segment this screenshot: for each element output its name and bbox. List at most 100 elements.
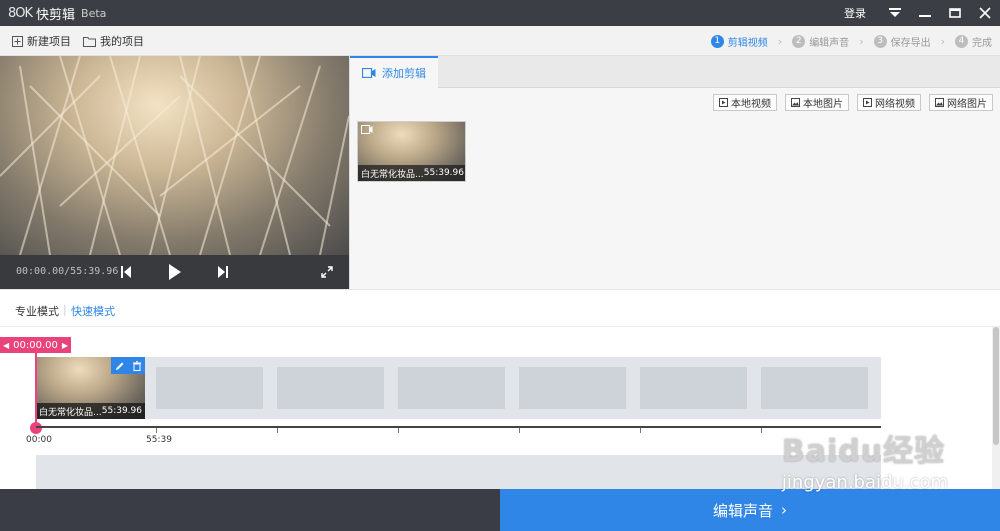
skip-back-icon[interactable] [115,261,137,283]
empty-frame [640,367,747,409]
video-icon [719,98,728,107]
scrollbar-thumb[interactable] [993,327,999,445]
media-item[interactable]: 白无常化妆品... 55:39.96 [357,121,466,182]
empty-frame [761,367,868,409]
title-bar: 8OK 快剪辑 Beta 登录 [0,0,1000,26]
edit-mode-switch: 专业模式 | 快速模式 [0,289,1000,327]
edit-pencil-icon[interactable] [115,361,125,371]
trash-icon[interactable] [132,360,142,371]
step-4[interactable]: 4 完成 [955,34,992,49]
minimize-icon[interactable] [910,0,940,26]
playhead-time: 00:00.00 [13,339,58,351]
new-project-button[interactable]: 新建项目 [12,34,71,48]
ruler-tick [761,428,762,433]
chevron-right-icon: › [859,34,864,48]
app-name: 快剪辑 [36,7,76,23]
my-projects-label: 我的项目 [100,35,144,48]
image-icon [935,98,944,107]
tick-label-end: 55:39 [146,435,172,445]
video-camera-icon [362,68,376,78]
folder-icon [83,36,96,47]
preview-frame [0,56,349,255]
quick-mode-tab[interactable]: 快速模式 [71,303,115,319]
skip-forward-icon[interactable] [212,261,234,283]
clip-tools [111,357,145,374]
login-link[interactable]: 登录 [844,5,866,21]
main-toolbar: 新建项目 我的项目 1 剪辑视频 › 2 编辑声音 › 3 保存导出 › 4 完… [0,26,1000,56]
web-video-button[interactable]: 网络视频 [857,94,921,111]
playhead-scissors-icon[interactable] [30,422,42,434]
image-icon [791,98,800,107]
playback-time: 00:00.00/55:39.96 [16,266,119,277]
empty-frame [398,367,505,409]
window-controls: 登录 [844,0,1000,26]
tab-add-clip[interactable]: 添加剪辑 [350,56,438,88]
web-image-button[interactable]: 网络图片 [929,94,993,111]
watermark-url: jingyan.baidu.com [781,472,948,493]
empty-frame [156,367,263,409]
step-2[interactable]: 2 编辑声音 [792,34,849,49]
media-library-panel: 添加剪辑 本地视频 本地图片 网络视频 网络图片 白无常化妆品... 55:39… [349,56,1000,289]
import-buttons: 本地视频 本地图片 网络视频 网络图片 [713,94,993,111]
chevron-right-icon: › [781,501,787,519]
ruler-tick [398,428,399,433]
app-logo: 8OK 快剪辑 Beta [8,5,107,23]
playback-controls: 00:00.00/55:39.96 [0,255,349,289]
chevron-right-icon: › [940,34,945,48]
time-ruler [36,426,881,428]
mode-divider: | [63,303,67,316]
close-icon[interactable] [970,0,1000,26]
second-track [36,455,881,489]
clip-duration: 55:39.96 [101,406,142,416]
new-project-label: 新建项目 [27,35,71,48]
playhead-handle[interactable]: ◀ 00:00.00 ▶ [0,337,71,353]
clip-title: 白无常化妆品... [39,407,102,418]
tab-add-clip-label: 添加剪辑 [382,67,426,80]
next-step-button[interactable]: 编辑声音 › [500,489,1000,531]
local-video-label: 本地视频 [731,99,771,110]
play-icon[interactable] [164,261,186,283]
ruler-tick [277,428,278,433]
pro-mode-tab[interactable]: 专业模式 [15,303,59,319]
watermark-brand: Baidu经验 [781,434,946,469]
local-image-label: 本地图片 [803,99,843,110]
plus-square-icon [12,35,23,47]
step-number: 4 [955,34,968,48]
chevron-right-icon: › [777,34,783,48]
local-image-button[interactable]: 本地图片 [785,94,849,111]
logo-mark: 8OK [8,5,33,21]
media-title: 白无常化妆品... [361,169,424,180]
web-image-label: 网络图片 [947,99,987,110]
step-1[interactable]: 1 剪辑视频 [710,34,768,49]
clip-caption: 白无常化妆品... 55:39.96 [36,403,145,419]
caret-right-icon: ▶ [61,340,68,350]
playhead-line[interactable] [35,353,37,429]
video-track [36,357,881,419]
ruler-tick [156,428,157,433]
ruler-tick [640,428,641,433]
fullscreen-icon[interactable] [316,261,338,283]
step-label: 完成 [972,37,992,49]
watermark: Baidu经验 jingyan.baidu.com [782,426,948,493]
media-duration: 55:39.96 [423,168,464,178]
ruler-tick [519,428,520,433]
timeline-clip[interactable]: 白无常化妆品... 55:39.96 [36,357,145,419]
tick-label-start: 00:00 [26,435,52,445]
step-label: 剪辑视频 [727,37,768,49]
local-video-button[interactable]: 本地视频 [713,94,777,111]
step-number: 2 [792,34,806,48]
step-3[interactable]: 3 保存导出 [873,34,931,49]
step-number: 3 [873,34,887,48]
caret-left-icon: ◀ [3,340,10,350]
web-video-label: 网络视频 [875,99,915,110]
app-version: Beta [81,6,107,20]
step-number: 1 [710,34,724,48]
my-projects-button[interactable]: 我的项目 [83,34,144,48]
video-camera-icon [361,125,373,134]
step-label: 编辑声音 [809,37,850,49]
panel-tabs: 添加剪辑 [350,56,1000,88]
dropdown-menu-icon[interactable] [880,0,910,26]
step-label: 保存导出 [890,37,931,49]
media-caption: 白无常化妆品... 55:39.96 [358,165,465,181]
maximize-icon[interactable] [940,0,970,26]
